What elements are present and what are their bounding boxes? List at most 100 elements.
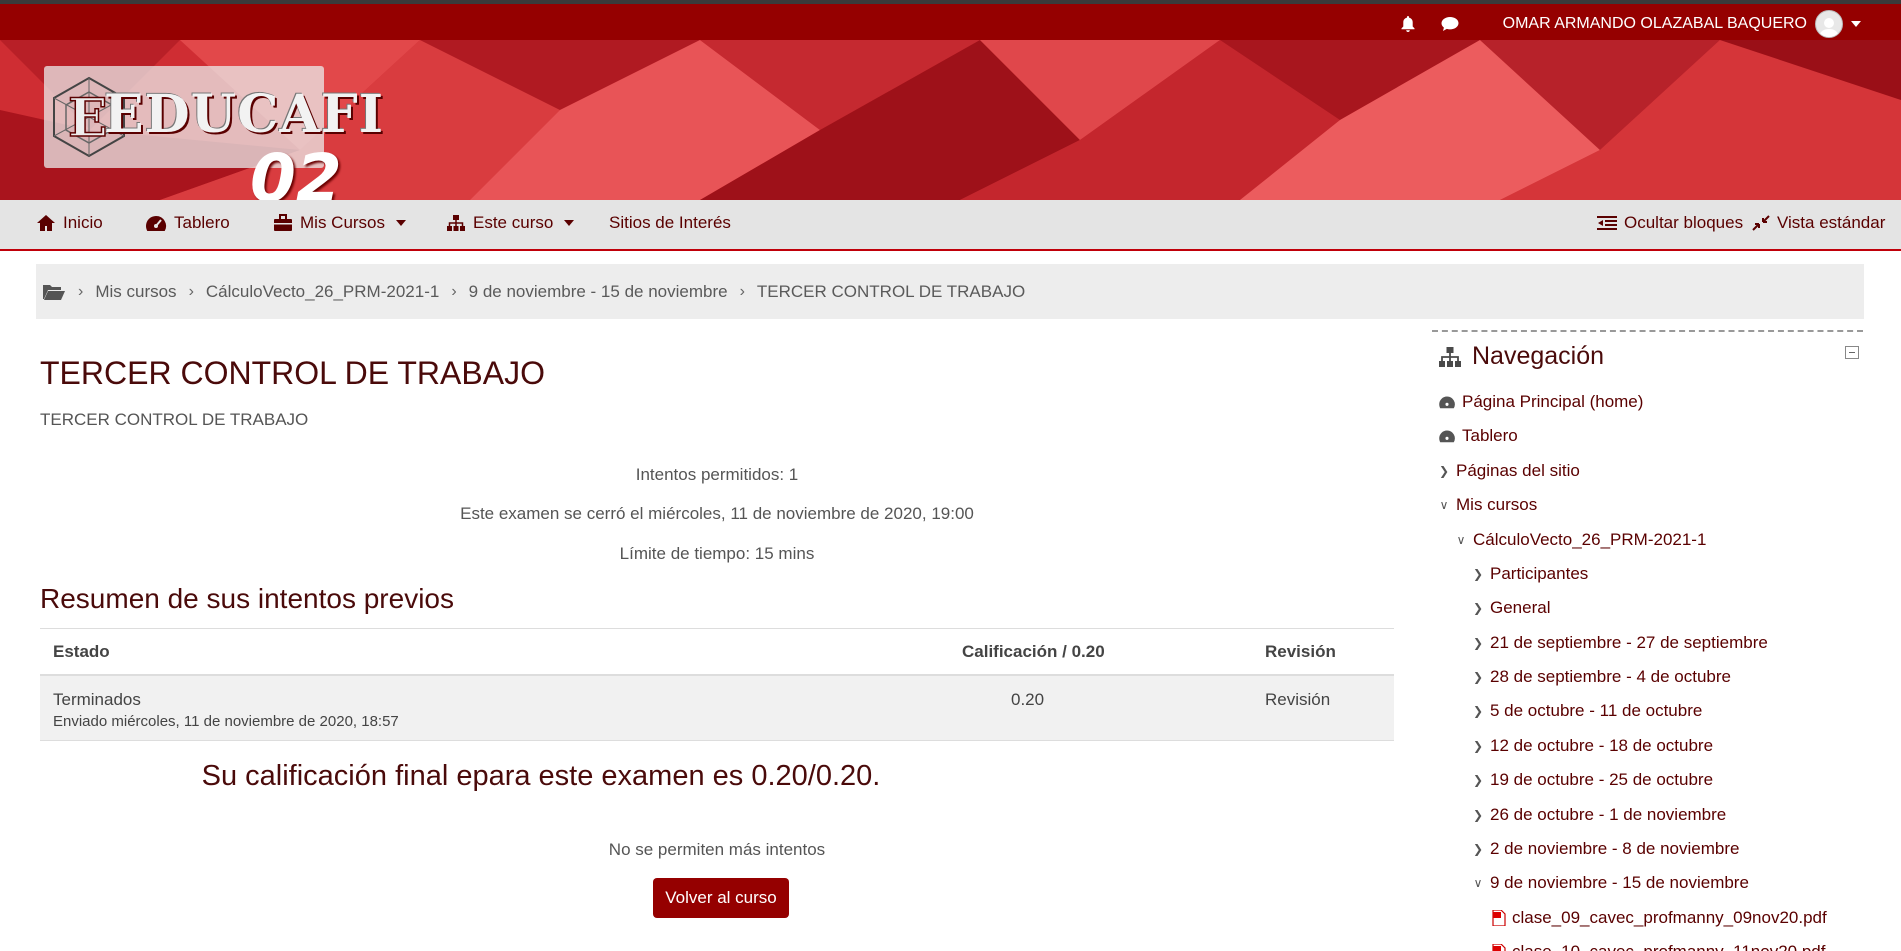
briefcase-icon bbox=[274, 214, 292, 231]
nav-item-label: Páginas del sitio bbox=[1456, 461, 1580, 480]
nav-item-label: 26 de octubre - 1 de noviembre bbox=[1490, 805, 1727, 824]
final-grade: Su calificación final epara este examen … bbox=[201, 760, 881, 792]
nav-week[interactable]: ❯ 2 de noviembre - 8 de noviembre bbox=[1472, 839, 1740, 859]
nav-item-label: 19 de octubre - 25 de octubre bbox=[1490, 770, 1714, 789]
breadcrumb-quiz[interactable]: TERCER CONTROL DE TRABAJO bbox=[757, 282, 1025, 302]
nav-item-label: Página Principal (home) bbox=[1462, 392, 1644, 411]
quiz-closed-info: Este examen se cerró el miércoles, 11 de… bbox=[460, 504, 974, 523]
logo-number: 02 bbox=[250, 140, 342, 200]
attempts-allowed: Intentos permitidos: 1 bbox=[635, 465, 799, 484]
chevron-right-icon: ❯ bbox=[1472, 704, 1484, 718]
sitemap-icon bbox=[447, 215, 465, 231]
nav-home-page[interactable]: Página Principal (home) bbox=[1438, 392, 1643, 412]
nav-item-label: 2 de noviembre - 8 de noviembre bbox=[1490, 839, 1740, 858]
nav-dashboard[interactable]: Tablero bbox=[145, 213, 230, 233]
chevron-right-icon: › bbox=[451, 282, 457, 300]
breadcrumb-week[interactable]: 9 de noviembre - 15 de noviembre bbox=[469, 282, 728, 302]
nav-item-label: Participantes bbox=[1490, 564, 1589, 583]
nav-week[interactable]: ❯ 12 de octubre - 18 de octubre bbox=[1472, 736, 1713, 756]
header-state: Estado bbox=[53, 642, 110, 661]
nav-dashboard[interactable]: Tablero bbox=[1438, 426, 1518, 446]
dashboard-icon bbox=[1439, 396, 1455, 409]
breadcrumb: › Mis cursos › CálculoVecto_26_PRM-2021-… bbox=[36, 264, 1864, 319]
nav-week-current[interactable]: ∨ 9 de noviembre - 15 de noviembre bbox=[1472, 873, 1749, 893]
time-limit: Límite de tiempo: 15 mins bbox=[619, 544, 815, 563]
top-navbar: OMAR ARMANDO OLAZABAL BAQUERO bbox=[0, 0, 1901, 40]
nav-general[interactable]: ❯ General bbox=[1472, 598, 1551, 618]
nav-item-label: Tablero bbox=[1462, 426, 1518, 445]
navigation-heading: Navegación bbox=[1438, 342, 1604, 371]
nav-dashboard-label: Tablero bbox=[174, 213, 230, 232]
nav-sites-label: Sitios de Interés bbox=[609, 213, 731, 232]
outdent-icon bbox=[1597, 216, 1617, 230]
bell-icon[interactable] bbox=[1397, 13, 1419, 35]
collapse-block-button[interactable] bbox=[1845, 346, 1859, 359]
chevron-right-icon: ❯ bbox=[1472, 808, 1484, 822]
breadcrumb-course[interactable]: CálculoVecto_26_PRM-2021-1 bbox=[206, 282, 439, 302]
dashboard-icon bbox=[146, 215, 167, 231]
nav-week[interactable]: ❯ 26 de octubre - 1 de noviembre bbox=[1472, 805, 1726, 825]
attempt-submitted: Enviado miércoles, 11 de noviembre de 20… bbox=[53, 713, 399, 730]
review-link[interactable]: Revisión bbox=[1265, 690, 1330, 710]
attempts-table: Estado Calificación / 0.20 Revisión Term… bbox=[40, 628, 1394, 741]
breadcrumb-my-courses[interactable]: Mis cursos bbox=[95, 282, 176, 302]
nav-site-pages[interactable]: ❯ Páginas del sitio bbox=[1438, 461, 1580, 481]
nav-resource-pdf[interactable]: clase_09_cavec_profmanny_09nov20.pdf bbox=[1492, 908, 1827, 928]
header-grade: Calificación / 0.20 bbox=[962, 642, 1105, 661]
nav-this-course[interactable]: Este curso bbox=[446, 213, 575, 233]
sitemap-icon bbox=[1439, 346, 1461, 367]
chevron-right-icon: ❯ bbox=[1472, 739, 1484, 753]
user-menu[interactable]: OMAR ARMANDO OLAZABAL BAQUERO bbox=[1503, 10, 1861, 38]
nav-week[interactable]: ❯ 28 de septiembre - 4 de octubre bbox=[1472, 667, 1731, 687]
nav-item-label: clase_10_cavec_profmanny_11nov20.pdf bbox=[1512, 942, 1825, 951]
nav-participants[interactable]: ❯ Participantes bbox=[1472, 564, 1588, 584]
standard-view-button[interactable]: Vista estándar bbox=[1752, 213, 1885, 233]
folder-open-icon[interactable] bbox=[42, 282, 66, 302]
educafi-logo[interactable]: E EDUCAFI 02 bbox=[44, 66, 383, 200]
navigation-block: Navegación Página Principal (home) Table… bbox=[1432, 330, 1863, 951]
nav-item-label: 21 de septiembre - 27 de septiembre bbox=[1490, 633, 1768, 652]
dashboard-icon bbox=[1439, 430, 1455, 443]
nav-item-label: General bbox=[1490, 598, 1551, 617]
attempt-grade: 0.20 bbox=[1011, 690, 1045, 709]
chevron-down-icon bbox=[564, 220, 575, 226]
nav-home[interactable]: Inicio bbox=[36, 213, 103, 233]
chevron-down-icon bbox=[396, 220, 407, 226]
compress-icon bbox=[1752, 215, 1770, 231]
chevron-down-icon: ∨ bbox=[1473, 876, 1483, 890]
user-name: OMAR ARMANDO OLAZABAL BAQUERO bbox=[1502, 15, 1807, 32]
standard-view-label: Vista estándar bbox=[1777, 213, 1886, 232]
nav-course[interactable]: ∨ CálculoVecto_26_PRM-2021-1 bbox=[1455, 530, 1707, 550]
nav-week[interactable]: ❯ 5 de octubre - 11 de octubre bbox=[1472, 701, 1702, 721]
nav-my-courses[interactable]: ∨ Mis cursos bbox=[1438, 495, 1538, 515]
table-header: Estado Calificación / 0.20 Revisión bbox=[40, 629, 1394, 676]
nav-resource-pdf[interactable]: clase_10_cavec_profmanny_11nov20.pdf bbox=[1492, 942, 1825, 951]
back-to-course-button[interactable]: Volver al curso bbox=[653, 878, 789, 918]
pdf-icon bbox=[1492, 910, 1506, 926]
chevron-right-icon: ❯ bbox=[1472, 842, 1484, 856]
nav-my-courses-label: Mis Cursos bbox=[300, 213, 386, 232]
course-navbar: Inicio Tablero Mis Cursos Este curso Sit… bbox=[0, 200, 1901, 251]
chevron-right-icon: › bbox=[78, 282, 84, 300]
nav-item-label: Mis cursos bbox=[1456, 495, 1538, 514]
chevron-right-icon: ❯ bbox=[1472, 636, 1484, 650]
pdf-icon bbox=[1492, 944, 1506, 951]
chevron-right-icon: ❯ bbox=[1472, 773, 1484, 787]
nav-week[interactable]: ❯ 19 de octubre - 25 de octubre bbox=[1472, 770, 1713, 790]
chat-icon[interactable] bbox=[1439, 13, 1461, 35]
nav-item-label: 28 de septiembre - 4 de octubre bbox=[1490, 667, 1731, 686]
hide-blocks-button[interactable]: Ocultar bloques bbox=[1597, 213, 1743, 233]
chevron-right-icon: ❯ bbox=[1472, 670, 1484, 684]
chevron-right-icon: › bbox=[739, 282, 745, 300]
nav-item-label: clase_09_cavec_profmanny_09nov20.pdf bbox=[1512, 908, 1827, 927]
nav-this-course-label: Este curso bbox=[473, 213, 554, 232]
chevron-down-icon: ∨ bbox=[1439, 498, 1449, 512]
no-more-attempts: No se permiten más intentos bbox=[608, 840, 826, 859]
chevron-right-icon: › bbox=[188, 282, 194, 300]
chevron-down-icon bbox=[1851, 21, 1861, 27]
chevron-right-icon: ❯ bbox=[1472, 567, 1484, 581]
header-banner: E EDUCAFI 02 bbox=[0, 40, 1901, 200]
nav-my-courses[interactable]: Mis Cursos bbox=[273, 213, 407, 233]
nav-sites[interactable]: Sitios de Interés bbox=[609, 213, 731, 233]
nav-week[interactable]: ❯ 21 de septiembre - 27 de septiembre bbox=[1472, 633, 1768, 653]
